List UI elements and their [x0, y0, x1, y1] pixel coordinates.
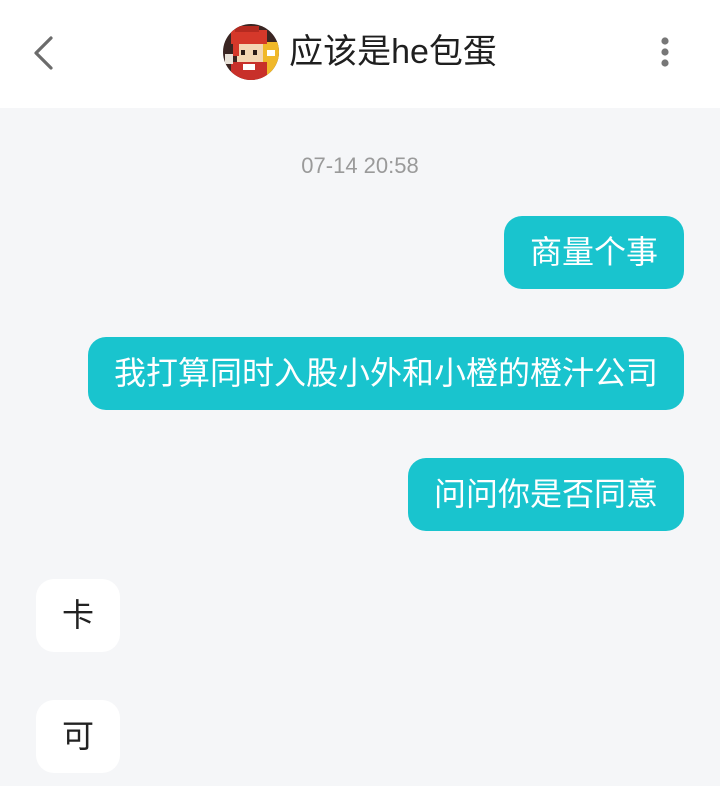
outgoing-message-bubble[interactable]: 问问你是否同意: [407, 458, 684, 531]
message-row-outgoing: 我打算同时入股小外和小橙的橙汁公司: [0, 337, 720, 410]
message-row-outgoing: 商量个事: [0, 216, 720, 289]
avatar-image: [223, 24, 280, 80]
incoming-message-bubble[interactable]: 可: [36, 700, 121, 773]
chat-header: 应该是he包蛋: [0, 0, 720, 108]
incoming-message-bubble[interactable]: 卡: [36, 579, 121, 652]
more-vertical-icon: [661, 37, 669, 67]
more-options-button[interactable]: [641, 28, 689, 76]
outgoing-message-bubble[interactable]: 我打算同时入股小外和小橙的橙汁公司: [88, 337, 684, 410]
outgoing-message-bubble[interactable]: 商量个事: [503, 216, 684, 289]
message-row-outgoing: 问问你是否同意: [0, 458, 720, 531]
message-row-incoming: 卡: [0, 579, 720, 652]
avatar[interactable]: [223, 24, 280, 80]
contact-name: 应该是he包蛋: [289, 33, 497, 71]
message-row-incoming: 可: [0, 700, 720, 773]
message-timestamp: 07-14 20:58: [301, 153, 419, 178]
message-list[interactable]: 07-14 20:58 商量个事 我打算同时入股小外和小橙的橙汁公司 问问你是否…: [0, 108, 720, 786]
contact-info[interactable]: 应该是he包蛋: [0, 24, 720, 80]
